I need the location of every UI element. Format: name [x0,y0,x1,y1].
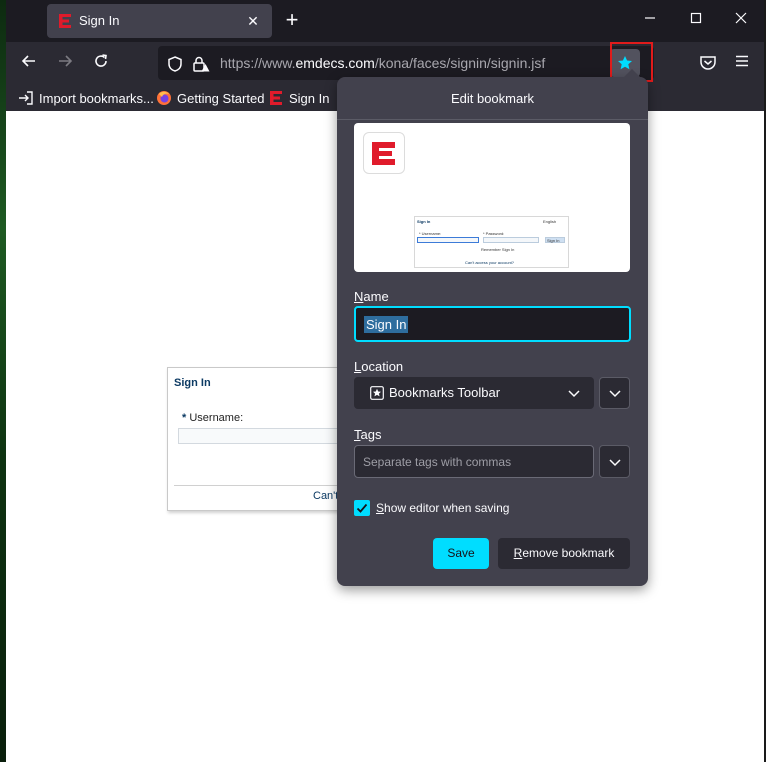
emdecs-favicon-icon [59,14,71,28]
close-icon [735,12,747,24]
bookmark-label: Getting Started [177,90,265,106]
name-input-value: Sign In [364,316,409,333]
minimize-icon [645,17,655,19]
mini-password: * Password: [483,231,505,236]
lock-warning-icon[interactable] [192,55,210,73]
forward-button[interactable] [50,49,80,77]
forward-arrow-icon [59,55,73,67]
bookmark-sign-in[interactable]: Sign In [268,88,329,108]
mini-password-input [483,237,539,243]
url-domain: emdecs.com [295,55,375,71]
firefox-icon [157,91,171,105]
reload-icon [95,54,107,67]
tab-close-icon[interactable]: ✕ [243,11,263,31]
show-editor-label[interactable]: Show editor when saving [376,501,509,515]
signin-card: Sign In * Username: Can't [167,367,348,511]
mini-lang: English [543,219,557,224]
hamburger-menu-icon [736,55,748,67]
mini-username-input [417,237,479,243]
mini-signin-label: Sign In [547,238,560,243]
bookmark-import[interactable]: Import bookmarks... [18,88,154,108]
location-value: Bookmarks Toolbar [389,385,501,400]
title-bar: Sign In ✕ + [6,0,764,42]
pocket-icon [700,56,716,70]
location-expand-button[interactable] [599,377,630,409]
name-input[interactable]: Sign In [354,306,631,342]
import-icon [19,91,33,105]
back-arrow-icon [21,55,35,67]
emdecs-favicon-icon [270,91,282,105]
location-select[interactable]: Bookmarks Toolbar [354,377,594,409]
pocket-button[interactable] [694,49,722,77]
tracking-protection-shield-icon[interactable] [166,55,184,73]
tags-expand-button[interactable] [599,445,630,478]
page-preview-thumbnail: Sign In English * Username: * Password: … [354,123,630,272]
emdecs-logo-icon [372,142,395,165]
bookmark-getting-started[interactable]: Getting Started [156,88,264,108]
preview-mini-page: Sign In English * Username: * Password: … [414,216,569,268]
username-label-text: Username: [189,412,244,424]
bookmark-label: Import bookmarks... [39,90,154,106]
preview-favicon [363,132,405,174]
url-prefix: https://www. [220,55,296,71]
mini-cant-access: Can't access your account? [465,260,515,265]
close-window-button[interactable] [726,6,756,34]
remove-bookmark-button[interactable]: Remove bookmark [498,538,630,569]
panel-separator [337,119,648,120]
cant-access-link[interactable]: Can't [313,490,338,502]
show-editor-checkbox[interactable] [354,500,370,516]
reload-button[interactable] [86,49,116,77]
tags-input[interactable]: Separate tags with commas [354,445,594,478]
username-input[interactable] [178,428,348,444]
required-marker: * [182,412,187,424]
checkmark-icon [356,503,368,513]
maximize-button[interactable] [681,6,711,34]
chevron-down-icon [568,390,580,398]
new-tab-button[interactable]: + [280,8,304,32]
chevron-down-icon [609,390,621,398]
name-label: Name [354,289,389,304]
minimize-button[interactable] [635,6,665,34]
tags-label: Tags [354,427,382,442]
app-menu-button[interactable] [728,49,756,77]
url-text[interactable]: https://www.emdecs.com/kona/faces/signin… [220,55,545,71]
username-label: * Username: [182,412,243,424]
url-path: /kona/faces/signin/signin.jsf [374,55,546,71]
maximize-icon [690,12,702,24]
panel-title: Edit bookmark [450,91,535,106]
tab-title: Sign In [79,13,120,28]
tags-placeholder: Separate tags with commas [363,455,512,469]
chevron-down-icon [609,459,621,467]
mini-remember: Remember Sign In [481,247,515,252]
url-bar[interactable]: https://www.emdecs.com/kona/faces/signin… [158,46,654,80]
mini-username: * Username: [419,231,442,236]
location-label: Location [354,359,404,374]
bookmarks-toolbar-icon [370,386,384,400]
mini-title: Sign In [417,219,431,224]
edit-bookmark-panel: Edit bookmark Sign In English * Username… [337,69,648,586]
save-button[interactable]: Save [433,538,489,569]
bookmark-label: Sign In [289,90,330,106]
back-button[interactable] [14,49,44,77]
panel-arrow [624,69,640,77]
tab-sign-in[interactable]: Sign In ✕ [47,4,272,38]
divider [174,485,348,486]
signin-title: Sign In [174,377,211,389]
